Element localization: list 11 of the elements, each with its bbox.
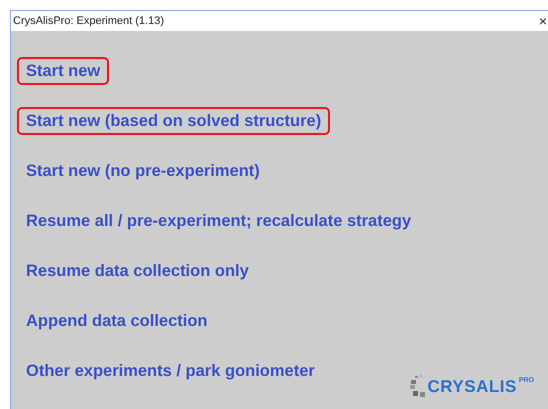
cube-logo-icon <box>410 374 426 398</box>
experiment-option-link[interactable]: Other experiments / park goniometer <box>17 357 324 385</box>
experiment-option-link[interactable]: Append data collection <box>17 307 217 335</box>
logo-text: CRYSALIS <box>428 376 517 398</box>
experiment-option-link[interactable]: Start new <box>17 57 110 85</box>
experiment-option-link[interactable]: Start new (no pre-experiment) <box>17 157 269 185</box>
experiment-option-link[interactable]: Start new (based on solved structure) <box>17 107 330 135</box>
experiment-option-link[interactable]: Resume all / pre-experiment; recalculate strategy <box>17 207 420 235</box>
experiment-option-link[interactable]: Resume data collection only <box>17 257 258 285</box>
close-button[interactable]: × <box>538 14 547 28</box>
window-title: CrysAlisPro: Experiment (1.13) <box>13 14 164 29</box>
